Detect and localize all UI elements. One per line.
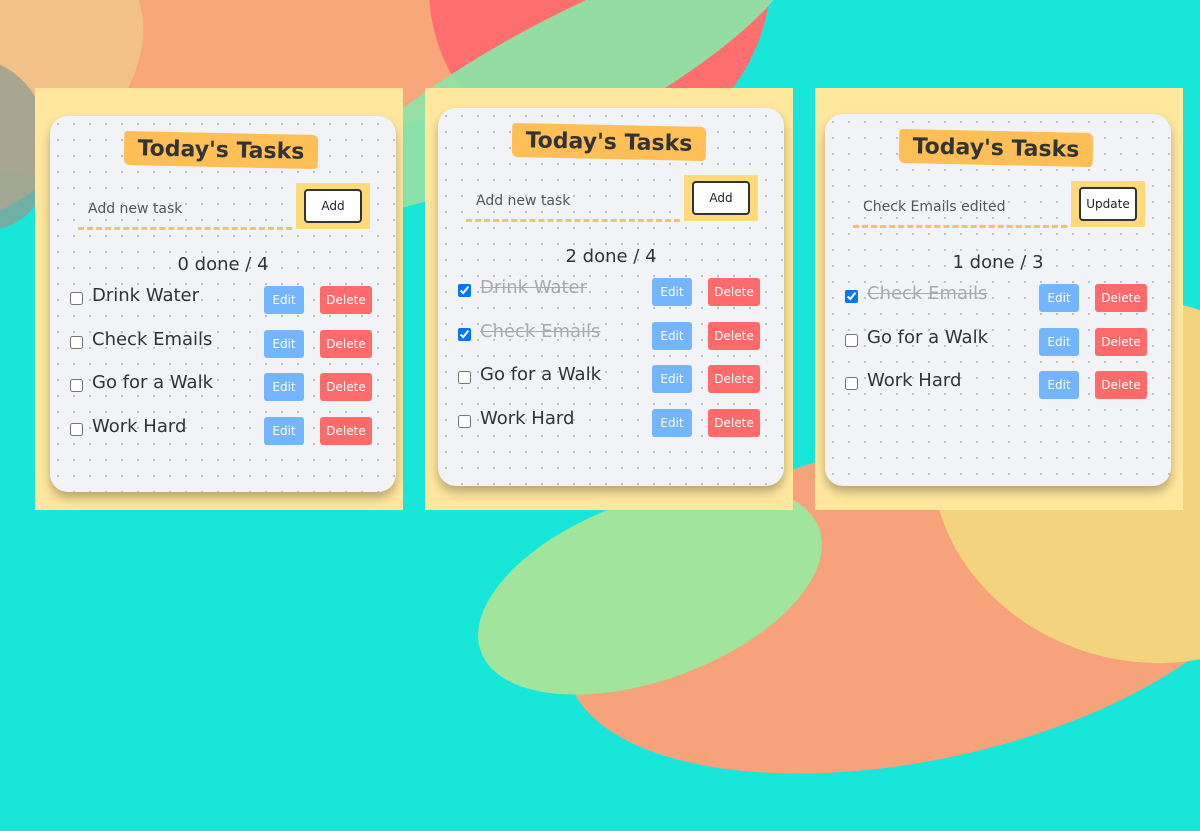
- todo-card: Today's Tasks Add 2 done / 4 Drink Water…: [438, 108, 784, 486]
- edit-button[interactable]: Edit: [652, 408, 692, 437]
- delete-button[interactable]: Delete: [1095, 371, 1147, 399]
- delete-button[interactable]: Delete: [708, 278, 760, 306]
- add-button-frame: Add: [296, 183, 370, 229]
- todo-card: Today's Tasks Add 0 done / 4 Drink Water…: [50, 116, 396, 492]
- delete-button[interactable]: Delete: [320, 286, 372, 314]
- edit-button[interactable]: Edit: [264, 286, 304, 314]
- update-button[interactable]: Update: [1079, 187, 1137, 221]
- task-checkbox[interactable]: [70, 335, 83, 349]
- update-button-frame: Update: [1071, 181, 1145, 227]
- edit-button[interactable]: Edit: [1039, 284, 1079, 312]
- new-task-input[interactable]: [466, 182, 680, 222]
- task-label: Drink Water: [480, 277, 588, 298]
- task-label: Check Emails: [867, 283, 988, 304]
- todo-panel-1: Today's Tasks Add 0 done / 4 Drink Water…: [35, 88, 403, 510]
- task-checkbox[interactable]: [458, 327, 471, 341]
- delete-button[interactable]: Delete: [320, 416, 372, 445]
- task-label: Go for a Walk: [480, 364, 602, 385]
- delete-button[interactable]: Delete: [320, 373, 372, 401]
- delete-button[interactable]: Delete: [708, 408, 760, 437]
- task-item: Drink Water Edit Delete: [458, 277, 768, 322]
- edit-button[interactable]: Edit: [1039, 327, 1079, 356]
- task-checkbox[interactable]: [70, 379, 83, 392]
- task-label: Work Hard: [867, 370, 962, 391]
- new-task-input[interactable]: [78, 190, 292, 230]
- card-title: Today's Tasks: [511, 122, 707, 162]
- edit-task-input[interactable]: [853, 188, 1067, 228]
- task-label: Drink Water: [92, 285, 200, 306]
- task-list: Drink Water Edit Delete Check Emails Edi…: [70, 285, 380, 461]
- task-item: Work Hard Edit Delete: [845, 370, 1155, 415]
- card-title: Today's Tasks: [123, 130, 319, 170]
- add-button-frame: Add: [684, 175, 758, 221]
- task-checkbox[interactable]: [845, 377, 858, 390]
- edit-button[interactable]: Edit: [652, 365, 692, 393]
- task-item: Drink Water Edit Delete: [70, 285, 380, 330]
- task-checkbox[interactable]: [845, 290, 858, 303]
- task-label: Check Emails: [92, 328, 213, 350]
- delete-button[interactable]: Delete: [1095, 284, 1147, 312]
- task-label: Work Hard: [480, 407, 575, 429]
- edit-button[interactable]: Edit: [264, 329, 304, 358]
- done-counter: 2 done / 4: [565, 246, 657, 267]
- task-list: Drink Water Edit Delete Check Emails Edi…: [458, 277, 768, 453]
- edit-button[interactable]: Edit: [1039, 371, 1079, 399]
- edit-button[interactable]: Edit: [264, 416, 304, 445]
- task-label: Check Emails: [480, 320, 601, 342]
- task-checkbox[interactable]: [70, 422, 83, 436]
- task-label: Go for a Walk: [92, 372, 214, 393]
- task-item: Go for a Walk Edit Delete: [70, 372, 380, 417]
- todo-card: Today's Tasks Update 1 done / 3 Check Em…: [825, 114, 1171, 486]
- task-item: Go for a Walk Edit Delete: [458, 364, 768, 409]
- task-item: Check Emails Edit Delete: [70, 328, 380, 374]
- delete-button[interactable]: Delete: [1095, 327, 1147, 356]
- edit-button[interactable]: Edit: [264, 373, 304, 401]
- add-button[interactable]: Add: [304, 189, 362, 223]
- task-checkbox[interactable]: [458, 414, 471, 428]
- add-button[interactable]: Add: [692, 181, 750, 215]
- todo-panel-2: Today's Tasks Add 2 done / 4 Drink Water…: [425, 88, 793, 510]
- edit-button[interactable]: Edit: [652, 321, 692, 350]
- task-item: Work Hard Edit Delete: [70, 415, 380, 461]
- edit-button[interactable]: Edit: [652, 278, 692, 306]
- card-title: Today's Tasks: [898, 128, 1094, 168]
- task-label: Go for a Walk: [867, 326, 989, 348]
- task-checkbox[interactable]: [845, 333, 858, 347]
- delete-button[interactable]: Delete: [320, 329, 372, 358]
- task-checkbox[interactable]: [458, 371, 471, 384]
- done-counter: 1 done / 3: [952, 252, 1044, 273]
- task-item: Check Emails Edit Delete: [458, 320, 768, 366]
- task-list: Check Emails Edit Delete Go for a Walk E…: [845, 283, 1155, 415]
- task-item: Check Emails Edit Delete: [845, 283, 1155, 328]
- task-checkbox[interactable]: [70, 292, 83, 305]
- task-checkbox[interactable]: [458, 284, 471, 297]
- todo-panel-3: Today's Tasks Update 1 done / 3 Check Em…: [815, 88, 1183, 510]
- task-label: Work Hard: [92, 415, 187, 437]
- task-item: Work Hard Edit Delete: [458, 407, 768, 453]
- delete-button[interactable]: Delete: [708, 365, 760, 393]
- task-item: Go for a Walk Edit Delete: [845, 326, 1155, 372]
- delete-button[interactable]: Delete: [708, 321, 760, 350]
- done-counter: 0 done / 4: [177, 254, 269, 275]
